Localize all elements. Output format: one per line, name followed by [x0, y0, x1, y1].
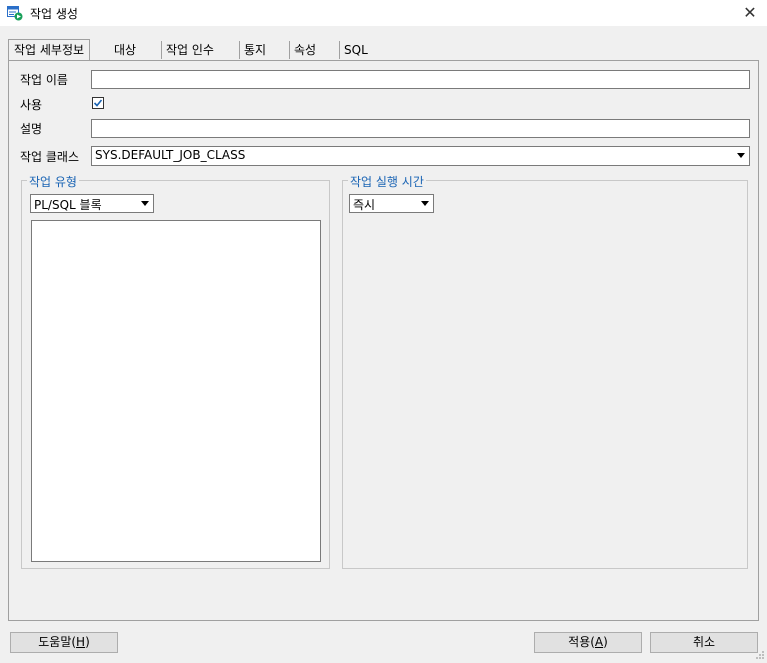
job-type-group-title: 작업 유형	[27, 173, 79, 190]
checkmark-icon	[93, 99, 103, 107]
job-class-label: 작업 클래스	[20, 150, 80, 164]
tab-target[interactable]: 대상	[110, 41, 140, 59]
schedule-group-title: 작업 실행 시간	[348, 173, 426, 190]
chevron-down-icon	[421, 201, 429, 206]
chevron-down-icon	[737, 153, 745, 158]
job-type-select[interactable]: PL/SQL 블록	[30, 194, 154, 213]
tab-job-arguments[interactable]: 작업 인수	[161, 41, 218, 59]
job-type-group: 작업 유형 PL/SQL 블록	[21, 173, 330, 569]
job-name-label: 작업 이름	[20, 73, 68, 87]
job-type-value: PL/SQL 블록	[34, 198, 102, 212]
schedule-value: 즉시	[353, 198, 376, 212]
resize-grip-icon[interactable]	[755, 649, 765, 659]
chevron-down-icon	[141, 201, 149, 206]
close-button[interactable]: ✕	[733, 0, 767, 26]
job-name-input[interactable]	[91, 70, 750, 89]
apply-button[interactable]: 적용(A)	[534, 632, 642, 653]
window-title: 작업 생성	[30, 7, 78, 21]
schedule-group: 작업 실행 시간 즉시	[342, 173, 748, 569]
job-class-value: SYS.DEFAULT_JOB_CLASS	[95, 148, 246, 162]
title-bar: 작업 생성 ✕	[0, 0, 767, 26]
job-create-icon	[7, 5, 23, 21]
help-button[interactable]: 도움말(H)	[10, 632, 118, 653]
enabled-checkbox[interactable]	[92, 97, 104, 109]
job-details-panel: 작업 이름 사용 설명 작업 클래스 SYS.DEFAULT_JOB_CLASS…	[8, 60, 759, 621]
tab-notification[interactable]: 통지	[239, 41, 270, 59]
tab-job-details[interactable]: 작업 세부정보	[8, 39, 91, 60]
enabled-label: 사용	[20, 98, 43, 112]
plsql-code-editor[interactable]	[31, 220, 321, 562]
tab-properties[interactable]: 속성	[289, 41, 320, 59]
schedule-select[interactable]: 즉시	[349, 194, 434, 213]
tab-sql[interactable]: SQL	[339, 41, 372, 59]
job-class-select[interactable]: SYS.DEFAULT_JOB_CLASS	[91, 146, 750, 166]
cancel-button[interactable]: 취소	[650, 632, 758, 653]
description-input[interactable]	[91, 119, 750, 138]
description-label: 설명	[20, 122, 43, 136]
